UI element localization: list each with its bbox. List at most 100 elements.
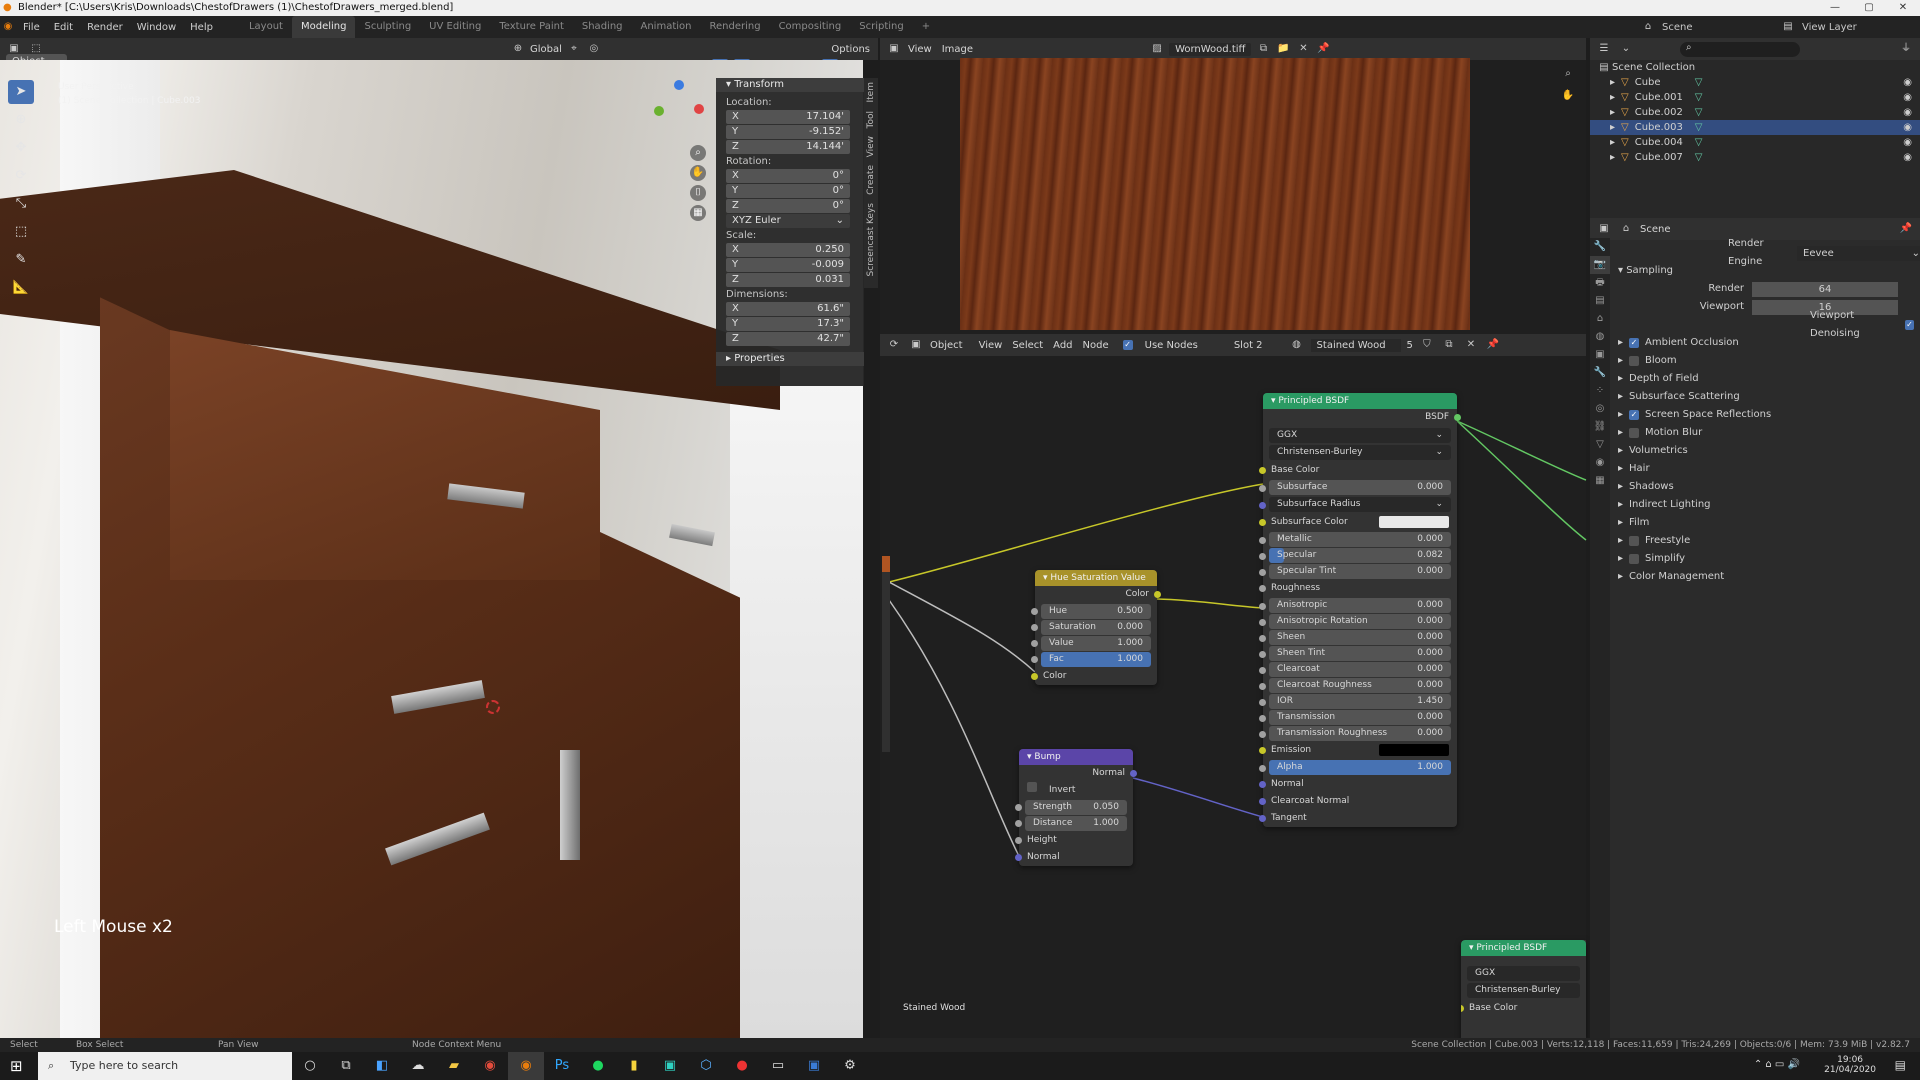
modifier-tab-icon[interactable]: 🔧 bbox=[1590, 364, 1610, 382]
anisotropic-rotation-socket[interactable] bbox=[1259, 619, 1266, 626]
depth-of-field-panel-header[interactable]: ▸ Depth of Field bbox=[1614, 370, 1920, 388]
move-tool-icon[interactable]: ✥ bbox=[8, 136, 34, 160]
workspace-tab-modeling[interactable]: Modeling bbox=[291, 16, 356, 38]
node-menu-view[interactable]: View bbox=[979, 340, 1003, 351]
base-color-socket[interactable] bbox=[1259, 467, 1266, 474]
specular-socket[interactable] bbox=[1259, 553, 1266, 560]
render-tab-icon[interactable]: 📷 bbox=[1590, 256, 1610, 274]
bump-output-socket[interactable] bbox=[1130, 770, 1137, 777]
viewport-denoising-checkbox[interactable]: ✓ bbox=[1905, 320, 1914, 330]
viewport-denoising-row[interactable]: Viewport Denoising ✓ bbox=[1614, 310, 1920, 339]
scale-z-field[interactable]: Z 0.031 bbox=[726, 273, 850, 287]
tool-tab-icon[interactable]: 🔧 bbox=[1590, 238, 1610, 256]
transform-tool-icon[interactable]: ⬚ bbox=[8, 220, 34, 244]
principled-bsdf-node[interactable]: ▾ Principled BSDF BSDF GGX ⌄ Christensen-… bbox=[1259, 393, 1461, 827]
minimize-button[interactable]: — bbox=[1818, 0, 1852, 16]
bloom-panel-header[interactable]: ▸ Bloom bbox=[1614, 352, 1920, 370]
orientation-select[interactable]: Global bbox=[530, 44, 562, 55]
transform-pivot-icon[interactable]: ⊕ bbox=[510, 41, 526, 57]
duplicate-material-icon[interactable]: ⧉ bbox=[1441, 337, 1457, 353]
shader-node-editor[interactable] bbox=[880, 334, 1586, 1038]
navigation-gizmo[interactable] bbox=[650, 80, 710, 140]
alpha-field[interactable]: Alpha 1.000 bbox=[1259, 760, 1451, 775]
specular-field[interactable]: Specular 0.082 bbox=[1259, 548, 1451, 563]
outliner-display-icon[interactable]: ⌄ bbox=[1618, 41, 1634, 57]
emission-socket[interactable] bbox=[1259, 747, 1266, 754]
freestyle-checkbox[interactable] bbox=[1629, 536, 1640, 546]
annotate-tool-icon[interactable]: ✎ bbox=[8, 248, 34, 272]
eye-icon[interactable]: ◉ bbox=[1903, 135, 1912, 150]
transform-header[interactable]: ▾ Transform bbox=[716, 78, 864, 92]
principled-bsdf-header[interactable]: ▾ Principled BSDF bbox=[1263, 393, 1457, 409]
expand-arrow-icon[interactable]: ▸ bbox=[1610, 90, 1615, 105]
principled-bsdf-2-header[interactable]: ▾ Principled BSDF bbox=[1461, 940, 1586, 956]
spotify-icon[interactable]: ● bbox=[580, 1052, 616, 1080]
saturation-field[interactable]: Saturation 0.000 bbox=[1031, 620, 1151, 635]
invert-checkbox[interactable] bbox=[1027, 782, 1037, 792]
physics-tab-icon[interactable]: ◎ bbox=[1590, 400, 1610, 418]
use-nodes-checkbox[interactable]: ✓ bbox=[1122, 340, 1133, 350]
task-view-icon[interactable]: ⧉ bbox=[328, 1052, 364, 1080]
rotate-tool-icon[interactable]: ⟳ bbox=[8, 164, 34, 188]
sidebar-tab-screencast-keys[interactable]: Screencast Keys bbox=[866, 199, 876, 281]
render-engine-select[interactable]: Eevee ⌄ bbox=[1797, 245, 1920, 261]
bloom-checkbox[interactable] bbox=[1629, 356, 1640, 366]
new-image-icon[interactable]: ⧉ bbox=[1255, 41, 1271, 57]
node-menu-node[interactable]: Node bbox=[1083, 340, 1109, 351]
eye-icon[interactable]: ◉ bbox=[1903, 90, 1912, 105]
notification-icon[interactable]: ▤ bbox=[1895, 1058, 1906, 1072]
camera-view-icon[interactable]: ⌷ bbox=[690, 185, 706, 201]
simplify-panel-header[interactable]: ▸ Simplify bbox=[1614, 550, 1920, 568]
output-tab-icon[interactable]: 🖶 bbox=[1590, 274, 1610, 292]
pin-icon[interactable]: 📌 bbox=[1315, 41, 1331, 57]
distribution-2-select[interactable]: GGX bbox=[1467, 966, 1580, 981]
hue-saturation-value-node[interactable]: ▾ Hue Saturation Value Color Hue 0.500 Sa… bbox=[1031, 570, 1161, 685]
subsurface-field[interactable]: Subsurface 0.000 bbox=[1259, 480, 1451, 495]
gizmo-x-axis-icon[interactable] bbox=[694, 104, 704, 114]
location-z-field[interactable]: Z 14.144' bbox=[726, 140, 850, 154]
screen-space-reflections-checkbox[interactable]: ✓ bbox=[1629, 410, 1640, 420]
ortho-grid-icon[interactable]: ▦ bbox=[690, 205, 706, 221]
app-icon-4[interactable]: ⬡ bbox=[688, 1052, 724, 1080]
transmission-socket[interactable] bbox=[1259, 715, 1266, 722]
pan-hand-icon[interactable]: ✋ bbox=[690, 165, 706, 181]
select-tool-icon[interactable]: ➤ bbox=[8, 80, 34, 104]
transmission-field[interactable]: Transmission 0.000 bbox=[1259, 710, 1451, 725]
ior-field[interactable]: IOR 1.450 bbox=[1259, 694, 1451, 709]
app-icon-1[interactable]: ◧ bbox=[364, 1052, 400, 1080]
metallic-socket[interactable] bbox=[1259, 537, 1266, 544]
maximize-button[interactable]: ▢ bbox=[1852, 0, 1886, 16]
properties-type-icon[interactable]: ▣ bbox=[1596, 221, 1612, 237]
image-zoom-icon[interactable]: ⌕ bbox=[1560, 66, 1576, 82]
alpha-socket[interactable] bbox=[1259, 765, 1266, 772]
notes-icon[interactable]: ▮ bbox=[616, 1052, 652, 1080]
pin-node-icon[interactable]: 📌 bbox=[1485, 337, 1501, 353]
outliner-item-cube[interactable]: ▸ ▽ Cube ▽ ◉ bbox=[1590, 75, 1920, 90]
expand-arrow-icon[interactable]: ▸ bbox=[1610, 75, 1615, 90]
data-tab-icon[interactable]: ▽ bbox=[1590, 436, 1610, 454]
invert-row[interactable]: Invert bbox=[1019, 782, 1133, 799]
material-name-field[interactable]: Stained Wood bbox=[1310, 338, 1401, 352]
menu-window[interactable]: Window bbox=[130, 22, 183, 33]
rotation-z-field[interactable]: Z 0° bbox=[726, 199, 850, 213]
sheen-tint-socket[interactable] bbox=[1259, 651, 1266, 658]
ambient-occlusion-checkbox[interactable]: ✓ bbox=[1629, 338, 1640, 348]
image-name-field[interactable]: WornWood.tiff bbox=[1169, 42, 1252, 56]
freestyle-panel-header[interactable]: ▸ Freestyle bbox=[1614, 532, 1920, 550]
outliner-item-cube-007[interactable]: ▸ ▽ Cube.007 ▽ ◉ bbox=[1590, 150, 1920, 165]
subsurface-scattering-panel-header[interactable]: ▸ Subsurface Scattering bbox=[1614, 388, 1920, 406]
view-layer-name[interactable]: View Layer bbox=[1802, 22, 1857, 33]
clearcoat-roughness-socket[interactable] bbox=[1259, 683, 1266, 690]
shadows-panel-header[interactable]: ▸ Shadows bbox=[1614, 478, 1920, 496]
distribution-select[interactable]: GGX ⌄ bbox=[1269, 428, 1451, 443]
sheen-field[interactable]: Sheen 0.000 bbox=[1259, 630, 1451, 645]
image-editor-type-icon[interactable]: ▣ bbox=[886, 41, 902, 57]
clearcoat-normal-socket[interactable] bbox=[1259, 798, 1266, 805]
scale-tool-icon[interactable]: ⤡ bbox=[8, 192, 34, 216]
normal-socket[interactable] bbox=[1259, 781, 1266, 788]
anisotropic-field[interactable]: Anisotropic 0.000 bbox=[1259, 598, 1451, 613]
cursor-tool-icon[interactable]: ⊕ bbox=[8, 108, 34, 132]
properties-header[interactable]: ▸ Properties bbox=[716, 352, 864, 366]
taskbar-search[interactable]: ⌕ Type here to search bbox=[38, 1052, 292, 1080]
anisotropic-rotation-field[interactable]: Anisotropic Rotation 0.000 bbox=[1259, 614, 1451, 629]
